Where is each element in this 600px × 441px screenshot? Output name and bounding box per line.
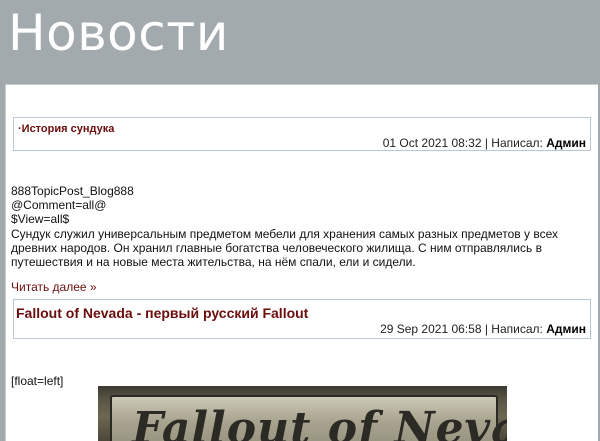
- post-author: Админ: [546, 136, 586, 150]
- post-meta: 01 Oct 2021 08:32 | Написал: Админ: [383, 136, 586, 150]
- news-content: ·История сундука 01 Oct 2021 08:32 | Нап…: [5, 84, 598, 441]
- post-body-line: $View=all$: [11, 212, 70, 227]
- float-tag-text: [float=left]: [11, 374, 64, 388]
- post-title-link[interactable]: ·История сундука: [18, 123, 114, 135]
- logo-text: Fallout of Nevada: [132, 403, 507, 441]
- post-author: Админ: [546, 322, 586, 336]
- post-header: Fallout of Nevada - первый русский Fallo…: [13, 299, 591, 339]
- author-label: Написал:: [491, 136, 543, 150]
- post-title-link[interactable]: Fallout of Nevada - первый русский Fallo…: [16, 305, 308, 321]
- post-body-line: 888TopicPost_Blog888: [11, 184, 134, 198]
- post-header: ·История сундука 01 Oct 2021 08:32 | Нап…: [13, 117, 591, 151]
- post-image: Fallout of Nevada: [98, 386, 507, 441]
- post-date: 29 Sep 2021 06:58: [380, 322, 482, 336]
- post-meta: 29 Sep 2021 06:58 | Написал: Админ: [380, 322, 586, 336]
- post-body-line: @Comment=all@: [11, 198, 107, 213]
- post-date: 01 Oct 2021 08:32: [382, 136, 482, 150]
- logo-plate: Fallout of Nevada: [110, 395, 507, 441]
- page-title: Новости: [8, 4, 229, 62]
- author-label: Написал:: [491, 322, 543, 336]
- post-body: 888TopicPost_Blog888 @Comment=all@ $View…: [11, 184, 586, 269]
- post-body-paragraph: Сундук служил универсальным предметом ме…: [11, 226, 559, 270]
- page-header: Новости: [0, 0, 600, 84]
- read-more-link[interactable]: Читать далее »: [11, 280, 97, 294]
